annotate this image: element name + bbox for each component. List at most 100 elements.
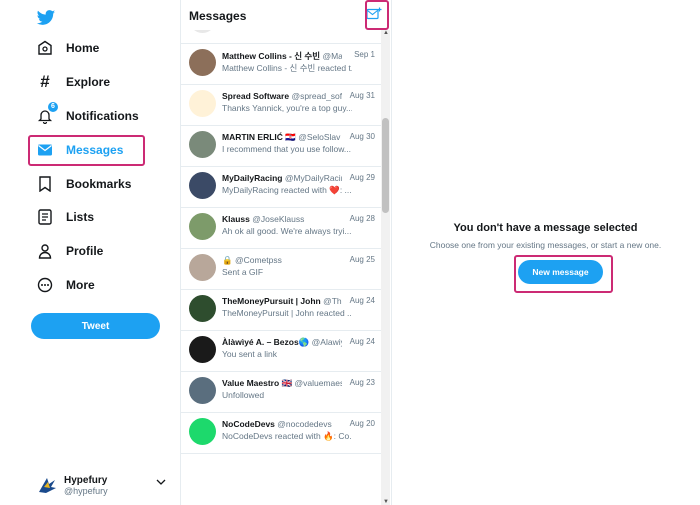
scroll-down-arrow-icon[interactable]: ▼ [383,499,389,505]
conversation-handle: @Alawiye_ [311,337,342,347]
conversation-handle: @The... [323,296,342,306]
nav-label-lists: Lists [66,210,95,224]
conversation-preview: MyDailyRacing reacted with ❤️: ... [222,185,352,195]
conversation-preview: Thanks Yannick, you're a top guy.... [222,103,352,113]
conversation-handle: @Matt... [322,51,342,61]
tweet-button[interactable]: Tweet [31,313,160,339]
bookmark-icon [36,175,54,193]
conversation-row[interactable]: NoCodeDevs @nocodedevs Aug 20 NoCodeDevs r… [181,413,381,454]
account-handle: @hypefury [64,485,108,496]
nav-label-notifications: Notifications [66,109,139,123]
messages-header: Messages [181,0,391,30]
notification-badge: 6 [48,102,58,112]
scroll-up-arrow-icon[interactable]: ▲ [383,30,389,36]
conversation-preview: Ah ok all good. We're always tryi... [222,226,352,236]
conversation-display-name: TheMoneyPursuit | John [222,296,321,306]
conversation-name: Matthew Collins - 신 수빈 @Matt... [222,50,342,62]
conversation-name: MyDailyRacing @MyDailyRacing [222,173,342,183]
nav-explore[interactable]: # Explore [28,67,110,97]
messages-highlight-box [28,135,145,166]
conversation-display-name: Value Maestro 🇬🇧 [222,378,293,388]
nav-label-profile: Profile [66,244,104,258]
conversation-date: Aug 28 [349,214,375,223]
nav-profile[interactable]: Profile [28,236,103,266]
conversation-date: Aug 29 [349,173,375,182]
nav-notifications[interactable]: 6 Notifications [28,101,139,131]
conversation-handle: @MyDailyRacing [284,173,342,183]
conversation-date: Aug 31 [349,91,375,100]
conversation-row[interactable]: MyDailyRacing @MyDailyRacing Aug 29 MyDail… [181,167,381,208]
user-icon [36,242,54,260]
conversation-date: Aug 23 [349,378,375,387]
hypefury-avatar [39,478,56,493]
conversation-handle: @SeloSlav [298,132,341,142]
conversation-handle: @spread_softw... [291,91,342,101]
conversation-date: Aug 20 [349,419,375,428]
nav-label-explore: Explore [66,75,111,89]
conversation-row[interactable]: Àlàwìyé A. – Bezos🌎 @Alawiye_ Aug 24 You s… [181,331,381,372]
conversation-preview: TheMoneyPursuit | John reacted ... [222,308,352,318]
conversation-preview: Unfollowed [222,390,265,400]
conversation-name: NoCodeDevs @nocodedevs [222,419,342,429]
compose-highlight-box [365,0,389,30]
conversation-display-name: Spread Software [222,91,290,101]
conversation-preview: NoCodeDevs reacted with 🔥: Co... [222,431,352,441]
nav-home[interactable]: Home [28,33,99,63]
bell-icon: 6 [36,102,58,125]
nav-label-bookmarks: Bookmarks [66,177,132,191]
conversation-row[interactable]: Klauss @JoseKlauss Aug 28 Ah ok all good. … [181,208,381,249]
scrollbar[interactable]: ▲ ▼ [381,30,390,505]
conversation-handle: @nocodedevs [277,419,332,429]
nav-bookmarks[interactable]: Bookmarks [28,169,131,199]
account-switcher[interactable]: Hypefury @hypefury [36,470,176,500]
conversation-row[interactable]: TheMoneyPursuit | John @The... Aug 24 TheM… [181,290,381,331]
no-message-subtitle: Choose one from your existing messages, … [429,240,662,250]
nav-lists[interactable]: Lists [28,202,94,232]
conversation-preview: Matthew Collins - 신 수빈 reacted t... [222,63,352,73]
conversation-display-name: MyDailyRacing [222,173,283,183]
home-icon [36,39,54,57]
conversation-display-name: Matthew Collins - 신 수빈 [222,51,321,61]
conversation-display-name: MARTIN ERLIĆ 🇭🇷 [222,132,296,142]
conversation-avatar [189,49,216,76]
chevron-down-icon [156,479,166,485]
conversation-date: Sep 1 [354,50,375,59]
conversation-row[interactable]: Matthew Collins - 신 수빈 @Matt...Sep 1Matt… [181,44,381,85]
messages-title: Messages [189,9,247,23]
twitter-logo-icon[interactable] [36,8,56,28]
conversation-avatar [189,254,216,281]
conversation-handle: @JoseKlauss [252,214,305,224]
conversation-avatar [189,131,216,158]
conversation-row[interactable]: MARTIN ERLIĆ 🇭🇷 @SeloSlav Aug 30 I recomme… [181,126,381,167]
conversation-display-name: Àlàwìyé A. – Bezos🌎 [222,337,310,347]
conversation-name: 🔒 @Cometpss [222,255,342,266]
nav-label-more: More [66,278,95,292]
nav-more[interactable]: More [28,270,95,300]
conversation-avatar [189,336,216,363]
conversation-date: Aug 30 [349,132,375,141]
conversation-date: Aug 24 [349,296,375,305]
conversation-display-name: NoCodeDevs [222,419,275,429]
scrollbar-thumb[interactable] [382,118,389,213]
conversation-display-name: 🔒 [222,255,233,265]
account-info: Hypefury @hypefury [64,475,108,496]
list-icon [36,208,54,226]
conversation-preview: Sent a GIF [222,267,264,277]
conversation-name: Value Maestro 🇬🇧 @valuemaestro [222,378,342,389]
conversation-avatar [189,90,216,117]
conversation-name: Spread Software @spread_softw... [222,91,342,101]
conversation-date: Aug 24 [349,337,375,346]
conversation-row[interactable]: Value Maestro 🇬🇧 @valuemaestro Aug 23 Unfo… [181,372,381,413]
conversation-preview: I recommend that you use follow... [222,144,351,154]
conversation-avatar [189,418,216,445]
conversation-preview: You sent a link [222,349,277,359]
conversation-row[interactable]: Spread Software @spread_softw... Aug 31 Th… [181,85,381,126]
hashtag-icon: # [40,72,50,91]
conversation-handle: @valuemaestro [294,378,342,388]
conversation-name: Klauss @JoseKlauss [222,214,342,224]
left-sidebar: Home # Explore 6 Notifications Messages … [0,0,180,505]
nav-label-home: Home [66,41,100,55]
conversation-row[interactable]: 🔒 @Cometpss Aug 25 Sent a GIF [181,249,381,290]
account-name: Hypefury [64,474,108,486]
conversation-avatar [189,377,216,404]
